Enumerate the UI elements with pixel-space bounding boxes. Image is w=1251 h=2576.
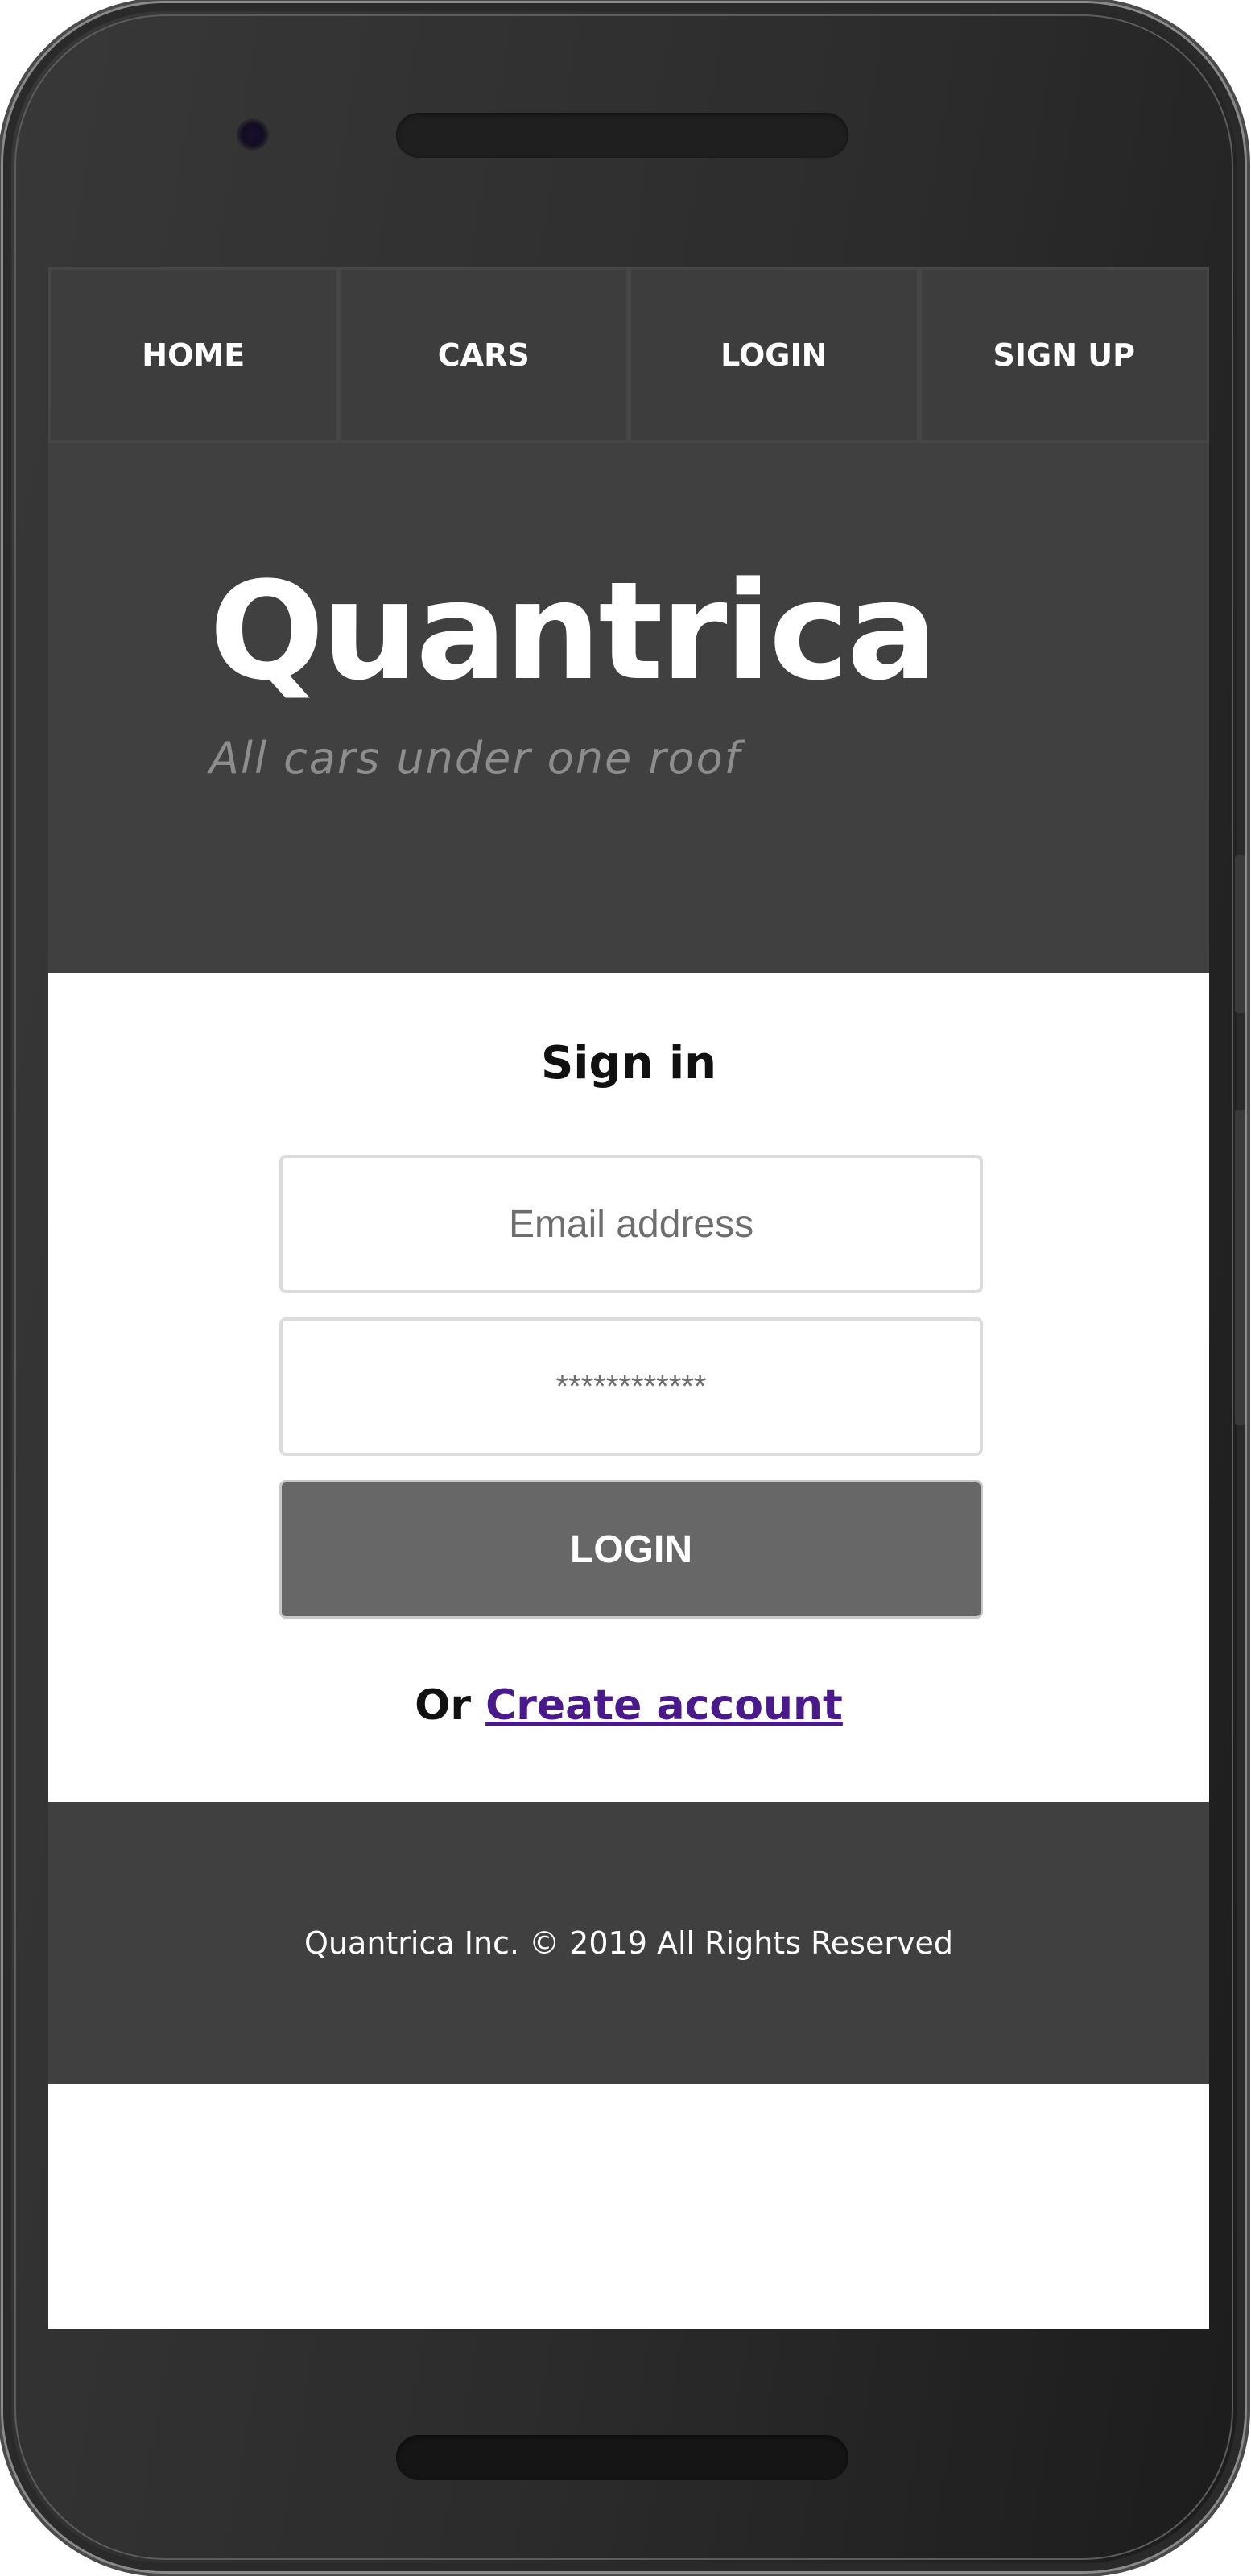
nav-item-sign-up[interactable]: SIGN UP	[919, 267, 1209, 443]
login-button[interactable]: LOGIN	[279, 1480, 983, 1619]
create-account-line: Or Create account	[48, 1681, 1209, 1730]
top-nav: HOME CARS LOGIN SIGN UP	[48, 267, 1209, 443]
password-field[interactable]	[279, 1317, 983, 1456]
create-account-link[interactable]: Create account	[485, 1681, 843, 1730]
volume-button	[1235, 855, 1245, 1013]
nav-item-cars[interactable]: CARS	[338, 267, 629, 443]
copyright-text: Quantrica Inc. © 2019 All Rights Reserve…	[304, 1925, 953, 1961]
hero-banner: Quantrica All cars under one roof	[48, 443, 1209, 973]
phone-frame: HOME CARS LOGIN SIGN UP Quantrica All ca…	[3, 3, 1245, 2571]
sign-in-form: Sign in LOGIN Or Create account	[48, 973, 1209, 1802]
brand-tagline: All cars under one roof	[209, 733, 741, 784]
home-indicator	[396, 2435, 848, 2480]
screen: HOME CARS LOGIN SIGN UP Quantrica All ca…	[48, 267, 1209, 2329]
nav-item-home[interactable]: HOME	[48, 267, 339, 443]
nav-item-login[interactable]: LOGIN	[629, 267, 919, 443]
power-button	[1235, 1110, 1245, 1425]
blank-area	[48, 2084, 1209, 2329]
front-camera-icon	[237, 118, 269, 151]
brand-title: Quantrica	[209, 552, 938, 710]
sign-in-title: Sign in	[540, 1037, 717, 1090]
email-field[interactable]	[279, 1155, 983, 1293]
or-label: Or	[415, 1681, 471, 1730]
earpiece-speaker	[396, 113, 848, 158]
footer: Quantrica Inc. © 2019 All Rights Reserve…	[48, 1802, 1209, 2084]
